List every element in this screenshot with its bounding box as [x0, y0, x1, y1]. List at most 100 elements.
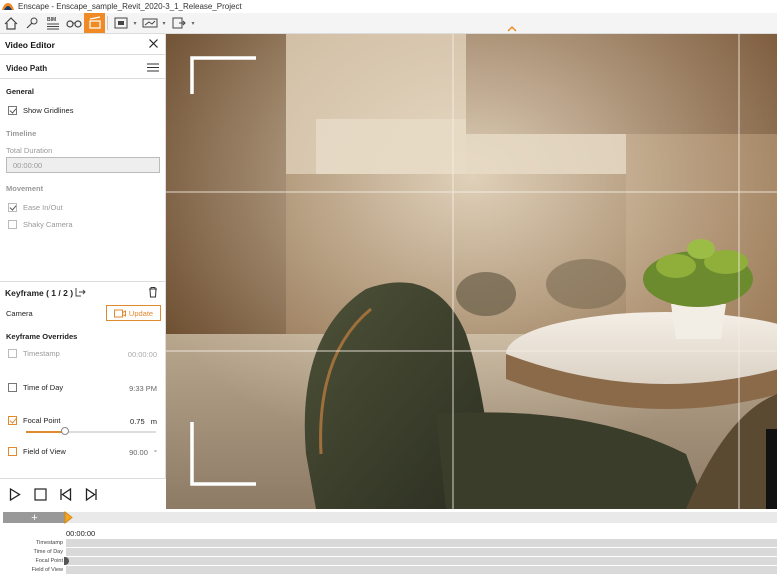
time-of-day-value[interactable]: 9:33 PM	[129, 384, 157, 393]
keyframe-timeline: + 00:00:00 Timestamp Time of Day Focal P…	[0, 509, 777, 575]
timeline-track-field-of-view[interactable]: Field of View	[0, 566, 777, 575]
screenshot-icon	[114, 17, 127, 29]
export-button[interactable]	[168, 13, 189, 33]
shaky-camera-row: Shaky Camera	[8, 220, 73, 229]
time-of-day-row[interactable]: Time of Day	[8, 383, 63, 392]
binoculars-icon	[65, 20, 82, 28]
playhead-marker-icon[interactable]	[64, 511, 73, 524]
field-of-view-checkbox[interactable]	[8, 447, 17, 456]
toolbar-separator	[107, 16, 108, 30]
timeline-heading: Timeline	[6, 129, 37, 138]
show-gridlines-label: Show Gridlines	[23, 106, 74, 115]
export-dropdown-chevron-icon[interactable]: ▾	[189, 13, 197, 33]
focal-point-value[interactable]: 0.75	[130, 417, 145, 426]
keyframe-overrides-heading: Keyframe Overrides	[6, 332, 78, 341]
field-of-view-unit: °	[154, 448, 157, 457]
hamburger-menu-icon	[147, 63, 159, 72]
screenshot-dropdown-chevron-icon[interactable]: ▾	[131, 13, 139, 33]
timeline-time-label: 00:00:00	[66, 529, 96, 538]
time-of-day-checkbox[interactable]	[8, 383, 17, 392]
timeline-track-time-of-day[interactable]: Time of Day	[0, 548, 777, 557]
screenshot-button[interactable]	[110, 13, 131, 33]
next-keyframe-button[interactable]	[85, 487, 98, 503]
timeline-ruler[interactable]	[66, 512, 777, 523]
time-of-day-label: Time of Day	[23, 383, 64, 392]
divider	[0, 281, 166, 282]
timestamp-value: 00:00:00	[127, 350, 157, 359]
focal-point-value-group[interactable]: 0.75 m	[130, 417, 157, 426]
track-label: Field of View	[31, 567, 63, 573]
skip-forward-icon	[85, 487, 97, 502]
ease-in-out-checkbox	[8, 203, 17, 212]
timeline-track-timestamp[interactable]: Timestamp	[0, 539, 777, 548]
window-titlebar: Enscape - Enscape_sample_Revit_2020-3_1_…	[0, 0, 777, 13]
update-label: Update	[128, 308, 154, 318]
divider	[0, 78, 166, 79]
total-duration-input: 00:00:00	[6, 157, 160, 173]
show-gridlines-row[interactable]: Show Gridlines	[8, 106, 73, 115]
focal-point-unit: m	[150, 417, 157, 426]
track-lane[interactable]	[66, 566, 777, 574]
video-path-menu-button[interactable]	[147, 62, 159, 73]
focal-point-slider[interactable]	[26, 427, 156, 435]
timestamp-row: Timestamp	[8, 349, 60, 358]
track-lane[interactable]	[66, 548, 777, 556]
svg-text:BIM: BIM	[47, 17, 56, 23]
camera-icon	[113, 309, 126, 317]
shaky-camera-checkbox	[8, 220, 17, 229]
update-camera-button[interactable]: Update	[106, 305, 161, 321]
field-of-view-row[interactable]: Field of View	[8, 447, 66, 456]
skip-back-icon	[60, 487, 72, 502]
ease-in-out-label: Ease In/Out	[23, 203, 63, 212]
collapse-toolbar-chevron[interactable]	[506, 24, 518, 33]
panorama-button[interactable]	[139, 13, 160, 33]
track-label: Timestamp	[36, 540, 63, 546]
binoculars-button[interactable]	[63, 13, 84, 33]
video-editor-button[interactable]	[84, 13, 105, 33]
keyframe-jump-button[interactable]	[75, 287, 86, 297]
map-pin-button[interactable]	[21, 13, 42, 33]
panorama-dropdown-chevron-icon[interactable]: ▾	[160, 13, 168, 33]
video-editor-icon	[88, 16, 101, 29]
panel-title: Video Editor	[5, 40, 55, 50]
play-button[interactable]	[9, 487, 21, 503]
camera-label: Camera	[6, 309, 33, 318]
timestamp-checkbox	[8, 349, 17, 358]
home-icon	[4, 16, 17, 30]
playback-controls	[0, 478, 166, 509]
focal-point-row[interactable]: Focal Point	[8, 416, 61, 425]
focal-point-slider-fill	[26, 431, 65, 433]
focal-point-checkbox[interactable]	[8, 416, 17, 425]
main-toolbar: BIM ▾ ▾ ▾	[0, 13, 777, 34]
render-scene	[166, 34, 777, 509]
enscape-logo-icon	[1, 1, 15, 12]
track-lane[interactable]	[66, 557, 777, 565]
render-viewport[interactable]	[166, 34, 777, 509]
divider	[0, 54, 166, 55]
field-of-view-value[interactable]: 90.00	[129, 448, 148, 457]
delete-keyframe-button[interactable]	[148, 286, 158, 298]
export-icon	[172, 17, 186, 29]
shaky-camera-label: Shaky Camera	[23, 220, 73, 229]
stop-button[interactable]	[34, 488, 47, 503]
track-label: Focal Point	[35, 558, 63, 564]
close-button[interactable]	[148, 38, 159, 49]
focal-point-slider-handle[interactable]	[61, 427, 69, 435]
jump-to-keyframe-icon	[75, 288, 86, 297]
add-keyframe-button[interactable]: +	[3, 512, 66, 524]
previous-keyframe-button[interactable]	[59, 487, 72, 503]
bim-button[interactable]: BIM	[42, 13, 63, 33]
timestamp-label: Timestamp	[23, 349, 60, 358]
field-of-view-value-group[interactable]: 90.00 °	[129, 448, 157, 457]
timeline-track-focal-point[interactable]: Focal Point	[0, 557, 777, 566]
stop-icon	[34, 488, 47, 501]
home-button[interactable]	[0, 13, 21, 33]
track-label: Time of Day	[33, 549, 63, 555]
track-lane[interactable]	[66, 539, 777, 547]
show-gridlines-checkbox[interactable]	[8, 106, 17, 115]
field-of-view-label: Field of View	[23, 447, 66, 456]
panorama-icon	[142, 18, 157, 28]
general-heading: General	[6, 87, 34, 96]
video-editor-panel: Video Editor Video Path General Show Gri…	[0, 34, 166, 509]
total-duration-label: Total Duration	[6, 146, 53, 155]
